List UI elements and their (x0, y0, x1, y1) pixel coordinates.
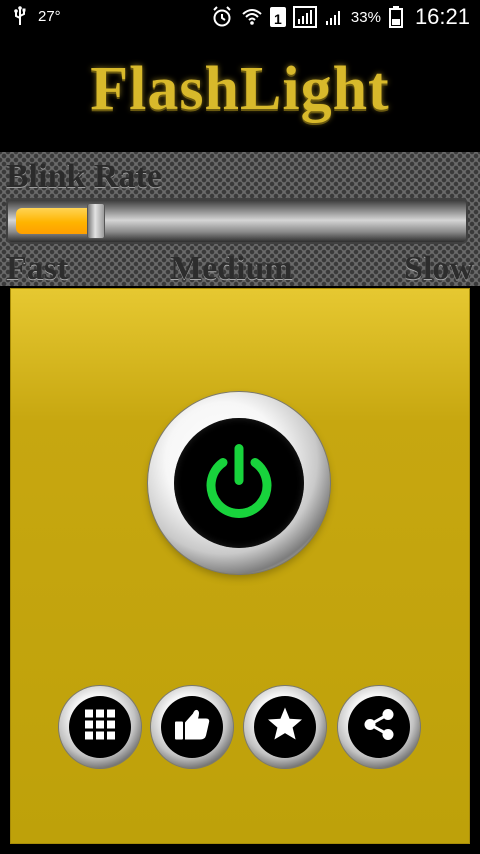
signal-icon (292, 6, 317, 28)
favorite-button[interactable] (244, 686, 326, 768)
apps-grid-icon (83, 708, 117, 747)
blink-rate-slider-thumb[interactable] (86, 203, 105, 239)
app-title: FlashLight (90, 55, 390, 123)
blink-rate-medium-label: Medium (170, 250, 293, 287)
status-bar-right: 1 33% 16:21 (210, 4, 470, 30)
blink-rate-slider[interactable] (6, 198, 468, 244)
battery-icon (388, 5, 404, 29)
blink-rate-title: Blink Rate (6, 158, 162, 195)
status-bar-left: 27° (12, 6, 61, 26)
blink-rate-slider-fill (16, 208, 96, 234)
wifi-icon (241, 6, 263, 28)
share-icon (361, 707, 397, 748)
apps-button-face[interactable] (69, 696, 131, 758)
alarm-icon (210, 5, 234, 29)
share-button-face[interactable] (348, 696, 410, 758)
bottom-edge (0, 844, 480, 854)
like-button[interactable] (151, 686, 233, 768)
like-button-face[interactable] (161, 696, 223, 758)
status-bar: 27° 1 33% 16:21 (0, 0, 480, 34)
usb-icon (12, 6, 28, 26)
power-button[interactable] (148, 392, 330, 574)
power-button-face[interactable] (174, 418, 304, 548)
temperature-text: 27° (38, 7, 61, 25)
sim-slot-indicator: 1 (269, 7, 286, 27)
favorite-button-face[interactable] (254, 696, 316, 758)
clock-time: 16:21 (414, 4, 470, 29)
blink-rate-panel: Blink Rate Fast Medium Slow (0, 152, 480, 287)
share-button[interactable] (338, 686, 420, 768)
star-icon (266, 706, 304, 749)
app-header: FlashLight (0, 34, 480, 152)
apps-button[interactable] (59, 686, 141, 768)
thumbs-up-icon (173, 708, 211, 747)
signal-icon-2 (324, 7, 344, 27)
battery-percent: 33% (350, 8, 381, 26)
blink-rate-fast-label: Fast (6, 250, 69, 287)
blink-rate-slow-label: Slow (404, 250, 474, 287)
power-icon (197, 439, 281, 528)
